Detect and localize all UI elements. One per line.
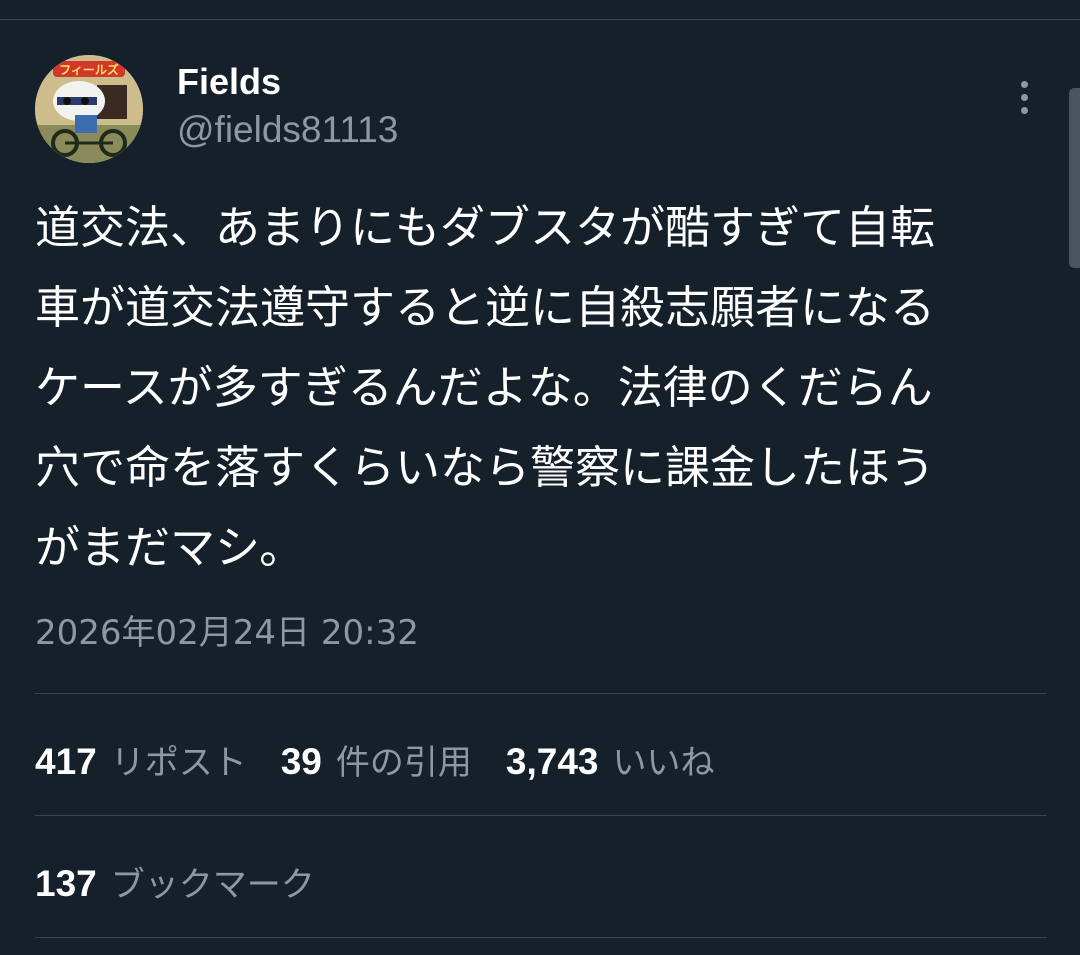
tweet-timestamp[interactable]: 2026年02月24日 20:32: [35, 610, 419, 656]
reposts-stat[interactable]: 417 リポスト: [35, 735, 247, 784]
quotes-count: 39: [280, 741, 322, 782]
quotes-stat[interactable]: 39 件の引用: [281, 735, 472, 784]
divider: [35, 693, 1047, 694]
tweet-text-line: 穴で命を落すくらいなら警察に課金したほう: [35, 441, 936, 494]
bookmarks-stats-row: 137 ブックマーク: [35, 857, 349, 906]
more-vertical-icon-dot: [1020, 106, 1028, 114]
tweet-text-line: がまだマシ。: [35, 521, 305, 574]
tweet-text-line: 道交法、あまりにもダブスタが酷すぎて自転: [35, 201, 936, 254]
reposts-label: リポスト: [110, 743, 247, 783]
bookmarks-label: ブックマーク: [110, 865, 315, 905]
avatar-logo-text: フィールズ: [59, 62, 119, 77]
bookmarks-count: 137: [35, 863, 97, 904]
more-options-button[interactable]: [1004, 72, 1044, 122]
likes-label: いいね: [612, 743, 715, 783]
quotes-label: 件の引用: [335, 743, 472, 783]
likes-count: 3,743: [505, 741, 599, 782]
bookmarks-stat[interactable]: 137 ブックマーク: [35, 857, 315, 906]
avatar-image: フィールズ: [35, 55, 143, 163]
divider: [35, 815, 1047, 816]
divider: [35, 937, 1047, 938]
tweet-text-line: ケースが多すぎるんだよな。法律のくだらん: [35, 361, 933, 414]
likes-stat[interactable]: 3,743 いいね: [506, 735, 715, 784]
more-vertical-icon-dot: [1020, 93, 1028, 101]
author-handle[interactable]: @fields81113: [177, 108, 398, 152]
author-display-name[interactable]: Fields: [177, 61, 281, 103]
scrollbar[interactable]: [1069, 88, 1080, 268]
tweet-text: 道交法、あまりにもダブスタが酷すぎて自転 車が道交法遵守すると逆に自殺志願者にな…: [35, 188, 1045, 588]
tweet-text-line: 車が道交法遵守すると逆に自殺志願者になる: [35, 281, 936, 334]
more-vertical-icon: [1020, 80, 1028, 88]
avatar[interactable]: フィールズ: [35, 55, 143, 163]
reposts-count: 417: [35, 741, 97, 782]
engagement-stats-row: 417 リポスト 39 件の引用 3,743 いいね: [35, 735, 748, 784]
top-divider: [0, 19, 1080, 20]
